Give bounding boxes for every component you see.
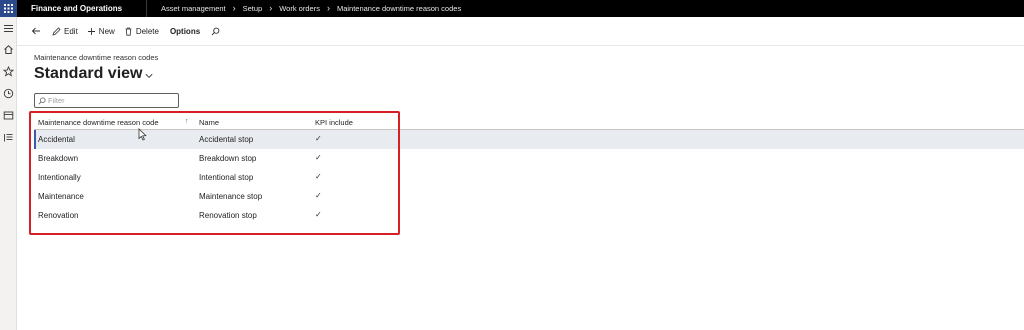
reason-codes-grid: Maintenance downtime reason code ↑ Name … bbox=[34, 116, 1024, 225]
name-cell[interactable]: Renovation stop bbox=[199, 211, 257, 220]
column-header-kpi-include[interactable]: KPI include bbox=[315, 118, 353, 127]
reason-code-cell[interactable]: Intentionally bbox=[38, 173, 81, 182]
kpi-include-checkmark[interactable]: ✓ bbox=[315, 153, 322, 162]
workspace-icon[interactable] bbox=[3, 110, 14, 121]
view-selector[interactable]: Standard view bbox=[34, 65, 154, 83]
reason-code-cell[interactable]: Renovation bbox=[38, 211, 78, 220]
table-row[interactable]: Maintenance Maintenance stop ✓ bbox=[34, 187, 1024, 206]
main-content: Maintenance downtime reason codes Standa… bbox=[17, 46, 1024, 330]
table-row[interactable]: Intentionally Intentional stop ✓ bbox=[34, 168, 1024, 187]
hamburger-icon[interactable] bbox=[3, 23, 14, 34]
sort-ascending-icon[interactable]: ↑ bbox=[185, 118, 189, 125]
breadcrumb-setup[interactable]: Setup bbox=[243, 4, 263, 13]
home-icon[interactable] bbox=[3, 44, 14, 55]
reason-code-cell[interactable]: Accidental bbox=[38, 135, 75, 144]
grid-header: Maintenance downtime reason code ↑ Name … bbox=[34, 116, 1024, 130]
table-row[interactable]: Breakdown Breakdown stop ✓ bbox=[34, 149, 1024, 168]
left-navigation bbox=[0, 17, 17, 330]
pencil-icon bbox=[52, 26, 61, 36]
action-pane: Edit New Delete Options bbox=[17, 17, 1024, 46]
breadcrumb-current-page: Maintenance downtime reason codes bbox=[336, 4, 462, 13]
table-row[interactable]: Accidental Accidental stop ✓ bbox=[34, 130, 1024, 149]
breadcrumb: Asset management › Setup › Work orders ›… bbox=[147, 3, 462, 14]
breadcrumb-asset-management[interactable]: Asset management bbox=[161, 4, 226, 13]
chevron-right-icon: › bbox=[232, 3, 236, 13]
column-header-name[interactable]: Name bbox=[199, 118, 219, 127]
star-icon[interactable] bbox=[3, 66, 14, 77]
filter-placeholder: Filter bbox=[48, 96, 65, 105]
filter-search-icon bbox=[38, 97, 46, 104]
filter-input[interactable]: Filter bbox=[34, 93, 179, 108]
delete-button[interactable]: Delete bbox=[124, 27, 159, 36]
column-header-reason-code[interactable]: Maintenance downtime reason code bbox=[38, 118, 159, 127]
name-cell[interactable]: Intentional stop bbox=[199, 173, 253, 182]
name-cell[interactable]: Accidental stop bbox=[199, 135, 253, 144]
edit-label: Edit bbox=[64, 26, 78, 36]
search-icon bbox=[211, 27, 220, 35]
options-label: Options bbox=[169, 26, 201, 36]
app-title[interactable]: Finance and Operations bbox=[17, 0, 147, 17]
kpi-include-checkmark[interactable]: ✓ bbox=[315, 134, 322, 143]
kpi-include-checkmark[interactable]: ✓ bbox=[315, 191, 322, 200]
page-caption: Maintenance downtime reason codes bbox=[34, 53, 159, 62]
new-label: New bbox=[98, 26, 115, 36]
mouse-cursor-icon bbox=[138, 128, 147, 141]
kpi-include-checkmark[interactable]: ✓ bbox=[315, 210, 322, 219]
plus-icon bbox=[87, 27, 95, 35]
trash-icon bbox=[125, 27, 132, 36]
reason-code-cell[interactable]: Maintenance bbox=[38, 192, 84, 201]
name-cell[interactable]: Breakdown stop bbox=[199, 154, 256, 163]
edit-button[interactable]: Edit bbox=[52, 27, 78, 36]
chevron-right-icon: › bbox=[326, 3, 330, 13]
back-arrow-icon bbox=[31, 27, 40, 35]
chevron-right-icon: › bbox=[269, 3, 273, 13]
chevron-down-icon bbox=[145, 73, 154, 78]
view-title: Standard view bbox=[34, 65, 143, 82]
back-button[interactable] bbox=[31, 26, 44, 36]
table-row[interactable]: Renovation Renovation stop ✓ bbox=[34, 206, 1024, 225]
clock-icon[interactable] bbox=[3, 88, 14, 99]
name-cell[interactable]: Maintenance stop bbox=[199, 192, 262, 201]
modules-list-icon[interactable] bbox=[3, 132, 14, 143]
kpi-include-checkmark[interactable]: ✓ bbox=[315, 172, 322, 181]
reason-code-cell[interactable]: Breakdown bbox=[38, 154, 78, 163]
delete-label: Delete bbox=[135, 26, 159, 36]
app-launcher-button[interactable] bbox=[0, 0, 17, 17]
options-menu-button[interactable]: Options bbox=[170, 27, 200, 36]
new-button[interactable]: New bbox=[87, 27, 115, 36]
waffle-icon bbox=[4, 4, 13, 13]
action-search-button[interactable] bbox=[211, 27, 223, 36]
breadcrumb-work-orders[interactable]: Work orders bbox=[279, 4, 320, 13]
top-bar: Finance and Operations Asset management … bbox=[0, 0, 1024, 17]
